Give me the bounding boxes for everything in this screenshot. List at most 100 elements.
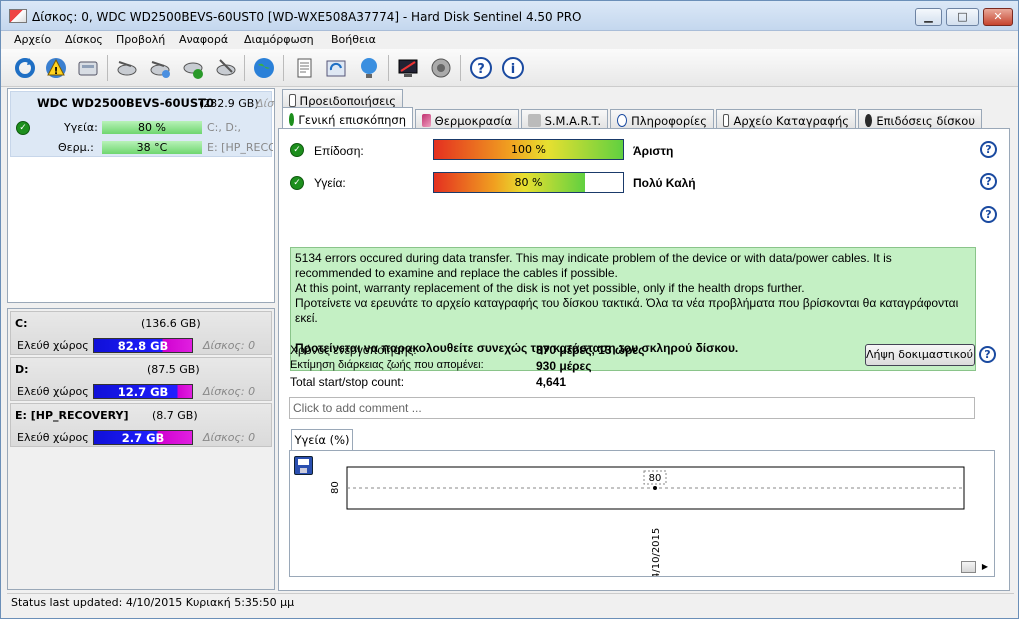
partition-size: (8.7 GB) [152,409,198,422]
free-space-label: Ελεύθ χώρος [17,431,89,444]
power-on-value: 370 μέρες, 13 ώρες [536,343,645,357]
help-icon[interactable]: ? [979,346,996,363]
maximize-button[interactable]: □ [946,8,979,26]
menu-configuration[interactable]: Διαμόρφωση [244,33,314,46]
help-icon[interactable]: ? [980,173,997,190]
help-icon[interactable]: ? [980,206,997,223]
warning-icon[interactable]: ! [43,55,69,81]
tab-temperature[interactable]: Θερμοκρασία [415,109,519,129]
info-icon[interactable]: i [500,55,526,81]
volumes-label-2: E: [HP_RECOV [207,141,273,154]
minimize-button[interactable]: ▁ [915,8,942,26]
lifetime-label: Εκτίμηση διάρκειας ζωής που απομένει: [290,359,484,371]
tab-health-chart[interactable]: Υγεία (%) [291,429,353,451]
disk-suffix: Δίσ [256,97,275,110]
close-button[interactable]: ✕ [983,8,1013,26]
gauge-icon [865,114,873,127]
health-rating: Πολύ Καλή [633,176,696,190]
disk-list: WDC WD2500BEVS-60UST0 (232.9 GB) Δίσ ✓ Υ… [7,88,275,303]
test-button[interactable]: Λήψη δοκιμαστικού [865,344,975,366]
startstop-label: Total start/stop count: [290,375,405,389]
refresh-icon[interactable] [12,55,38,81]
chart-svg: 80 80 4/10/2015 [330,466,965,576]
svg-text:i: i [511,62,515,77]
report-icon[interactable] [291,55,317,81]
network-icon[interactable] [356,55,382,81]
health-label: Υγεία: [314,176,346,190]
ok-check-icon: ✓ [290,143,304,157]
ok-disk-icon[interactable] [180,55,206,81]
disk-size: (232.9 GB) [199,97,259,110]
performance-label: Επίδοση: [314,144,364,158]
partition-name: D: [15,363,29,376]
temp-bar: 38 °C [102,141,202,154]
app-icon [9,9,27,23]
menu-disk[interactable]: Δίσκος [65,33,103,46]
health-value: 80 % [514,176,543,189]
tab-label: Πληροφορίες [631,113,707,128]
partition-disk: Δίσκος: 0 [203,339,256,352]
ok-check-icon [289,113,295,126]
alert-config-icon[interactable] [395,55,421,81]
thermometer-icon [422,114,431,127]
partition-item[interactable]: C: (136.6 GB) Ελεύθ χώρος 82.8 GB Δίσκος… [10,311,272,355]
free-space-bar: 12.7 GB [93,384,193,399]
tab-overview[interactable]: Γενική επισκόπηση [282,107,413,129]
drive-icon[interactable] [75,55,101,81]
toolbar: ! ? i [1,49,1018,87]
svg-text:!: ! [54,66,59,77]
tab-information[interactable]: Πληροφορίες [610,109,714,129]
svg-text:?: ? [477,62,485,77]
disk-item-selected[interactable]: WDC WD2500BEVS-60UST0 (232.9 GB) Δίσ ✓ Υ… [10,91,274,157]
disk-test-icon[interactable] [114,55,140,81]
partition-item[interactable]: D: (87.5 GB) Ελεύθ χώρος 12.7 GB Δίσκος:… [10,357,272,401]
menu-file[interactable]: Αρχείο [14,33,51,46]
surface-test-icon[interactable] [147,55,173,81]
performance-rating: Άριστη [633,144,674,158]
tab-log[interactable]: Αρχείο Καταγραφής [716,109,856,129]
power-on-label: Χρόνος ενεργοποίησης: [290,343,417,357]
tab-smart[interactable]: S.M.A.R.T. [521,109,608,129]
tab-label: S.M.A.R.T. [544,113,601,128]
menu-bar: Αρχείο Δίσκος Προβολή Αναφορά Διαμόρφωση… [1,31,1018,49]
document-icon [723,114,730,127]
data-point [653,486,657,490]
health-chart: 80 80 4/10/2015 ▶ [289,450,995,577]
tab-label: Επιδόσεις δίσκου [876,113,975,128]
disk-check-icon[interactable] [213,55,239,81]
partition-name: C: [15,317,28,330]
sound-icon[interactable] [428,55,454,81]
temp-label: Θερμ.: [58,141,94,154]
message-line: Προτείνετε να ερευνάτε το αρχείο καταγρα… [295,296,959,325]
message-line: 5134 errors occured during data transfer… [295,251,892,280]
status-bar: Status last updated: 4/10/2015 Κυριακή 5… [7,593,1014,613]
tab-warnings[interactable]: Προειδοποιήσεις [282,89,403,109]
startstop-value: 4,641 [536,375,567,389]
comment-field[interactable]: Click to add comment ... [289,397,975,419]
details-pane: Προειδοποιήσεις Γενική επισκόπηση Θερμοκ… [278,88,1010,591]
help-icon[interactable]: ? [980,141,997,158]
globe-icon[interactable] [251,55,277,81]
title-bar: Δίσκος: 0, WDC WD2500BEVS-60UST0 [WD-WXE… [1,1,1018,31]
health-bar: 80 % [102,121,202,134]
message-line: At this point, warranty replacement of t… [295,281,805,295]
tab-label: Θερμοκρασία [434,113,512,128]
update-icon[interactable] [323,55,349,81]
partition-size: (136.6 GB) [141,317,201,330]
ok-check-icon: ✓ [16,121,30,135]
partition-name: E: [HP_RECOVERY] [15,409,129,422]
menu-help[interactable]: Βοήθεια [331,33,376,46]
menu-report[interactable]: Αναφορά [179,33,228,46]
scroll-right-icon[interactable]: ▶ [980,562,990,572]
tab-performance[interactable]: Επιδόσεις δίσκου [858,109,982,129]
partition-item[interactable]: E: [HP_RECOVERY] (8.7 GB) Ελεύθ χώρος 2.… [10,403,272,447]
scroll-thumb[interactable] [961,561,976,573]
health-label: Υγεία: [64,121,98,134]
partition-disk: Δίσκος: 0 [203,431,256,444]
help-icon[interactable]: ? [468,55,494,81]
tab-label: Αρχείο Καταγραφής [733,113,849,128]
menu-view[interactable]: Προβολή [116,33,165,46]
info-icon [617,114,628,127]
free-space-bar: 82.8 GB [93,338,193,353]
health-bar: 80 % [433,172,624,193]
